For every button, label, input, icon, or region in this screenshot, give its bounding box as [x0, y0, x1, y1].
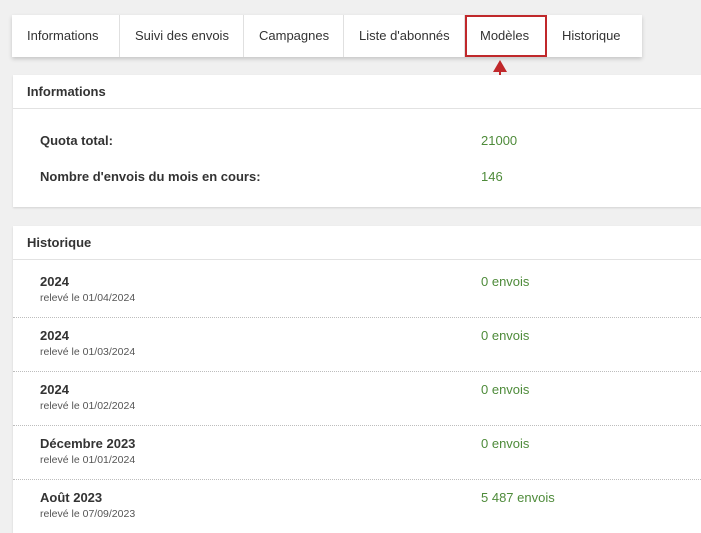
history-period: Août 2023 — [40, 490, 103, 505]
history-count: 0 envois — [481, 328, 530, 343]
history-date: relevé le 01/04/2024 — [40, 292, 136, 304]
history-count: 0 envois — [481, 274, 530, 289]
history-period: 2024 — [40, 274, 69, 289]
history-date: relevé le 01/02/2024 — [40, 400, 136, 412]
monthly-sends-label: Nombre d'envois du mois en cours: — [40, 169, 261, 184]
history-count: 0 envois — [481, 436, 530, 451]
monthly-sends-value: 146 — [481, 169, 503, 184]
history-count: 5 487 envois — [481, 490, 555, 505]
tab-bar: Informations Suivi des envois Campagnes … — [12, 15, 642, 57]
list-item: 2024 relevé le 01/04/2024 0 envois — [13, 264, 701, 318]
tab-campagnes[interactable]: Campagnes — [244, 15, 344, 57]
history-period: Décembre 2023 — [40, 436, 136, 451]
informations-panel: Informations Quota total: 21000 Nombre d… — [13, 75, 701, 207]
list-item: 2024 relevé le 01/03/2024 0 envois — [13, 318, 701, 372]
historique-list: 2024 relevé le 01/04/2024 0 envois 2024 … — [13, 260, 701, 533]
historique-panel-title: Historique — [13, 226, 701, 260]
quota-value: 21000 — [481, 133, 518, 148]
history-date: relevé le 07/09/2023 — [40, 508, 136, 520]
historique-panel: Historique 2024 relevé le 01/04/2024 0 e… — [13, 226, 701, 533]
history-period: 2024 — [40, 382, 69, 397]
tab-informations[interactable]: Informations — [12, 15, 120, 57]
tab-historique[interactable]: Historique — [547, 15, 642, 57]
history-date: relevé le 01/01/2024 — [40, 454, 136, 466]
tab-liste-abonnes[interactable]: Liste d'abonnés — [344, 15, 465, 57]
quota-label: Quota total: — [40, 133, 113, 148]
list-item: 2024 relevé le 01/02/2024 0 envois — [13, 372, 701, 426]
list-item: Décembre 2023 relevé le 01/01/2024 0 env… — [13, 426, 701, 480]
tab-suivi-des-envois[interactable]: Suivi des envois — [120, 15, 244, 57]
history-date: relevé le 01/03/2024 — [40, 346, 136, 358]
tab-modeles[interactable]: Modèles — [465, 15, 547, 57]
list-item: Août 2023 relevé le 07/09/2023 5 487 env… — [13, 480, 701, 533]
history-period: 2024 — [40, 328, 69, 343]
informations-panel-title: Informations — [13, 75, 701, 109]
history-count: 0 envois — [481, 382, 530, 397]
